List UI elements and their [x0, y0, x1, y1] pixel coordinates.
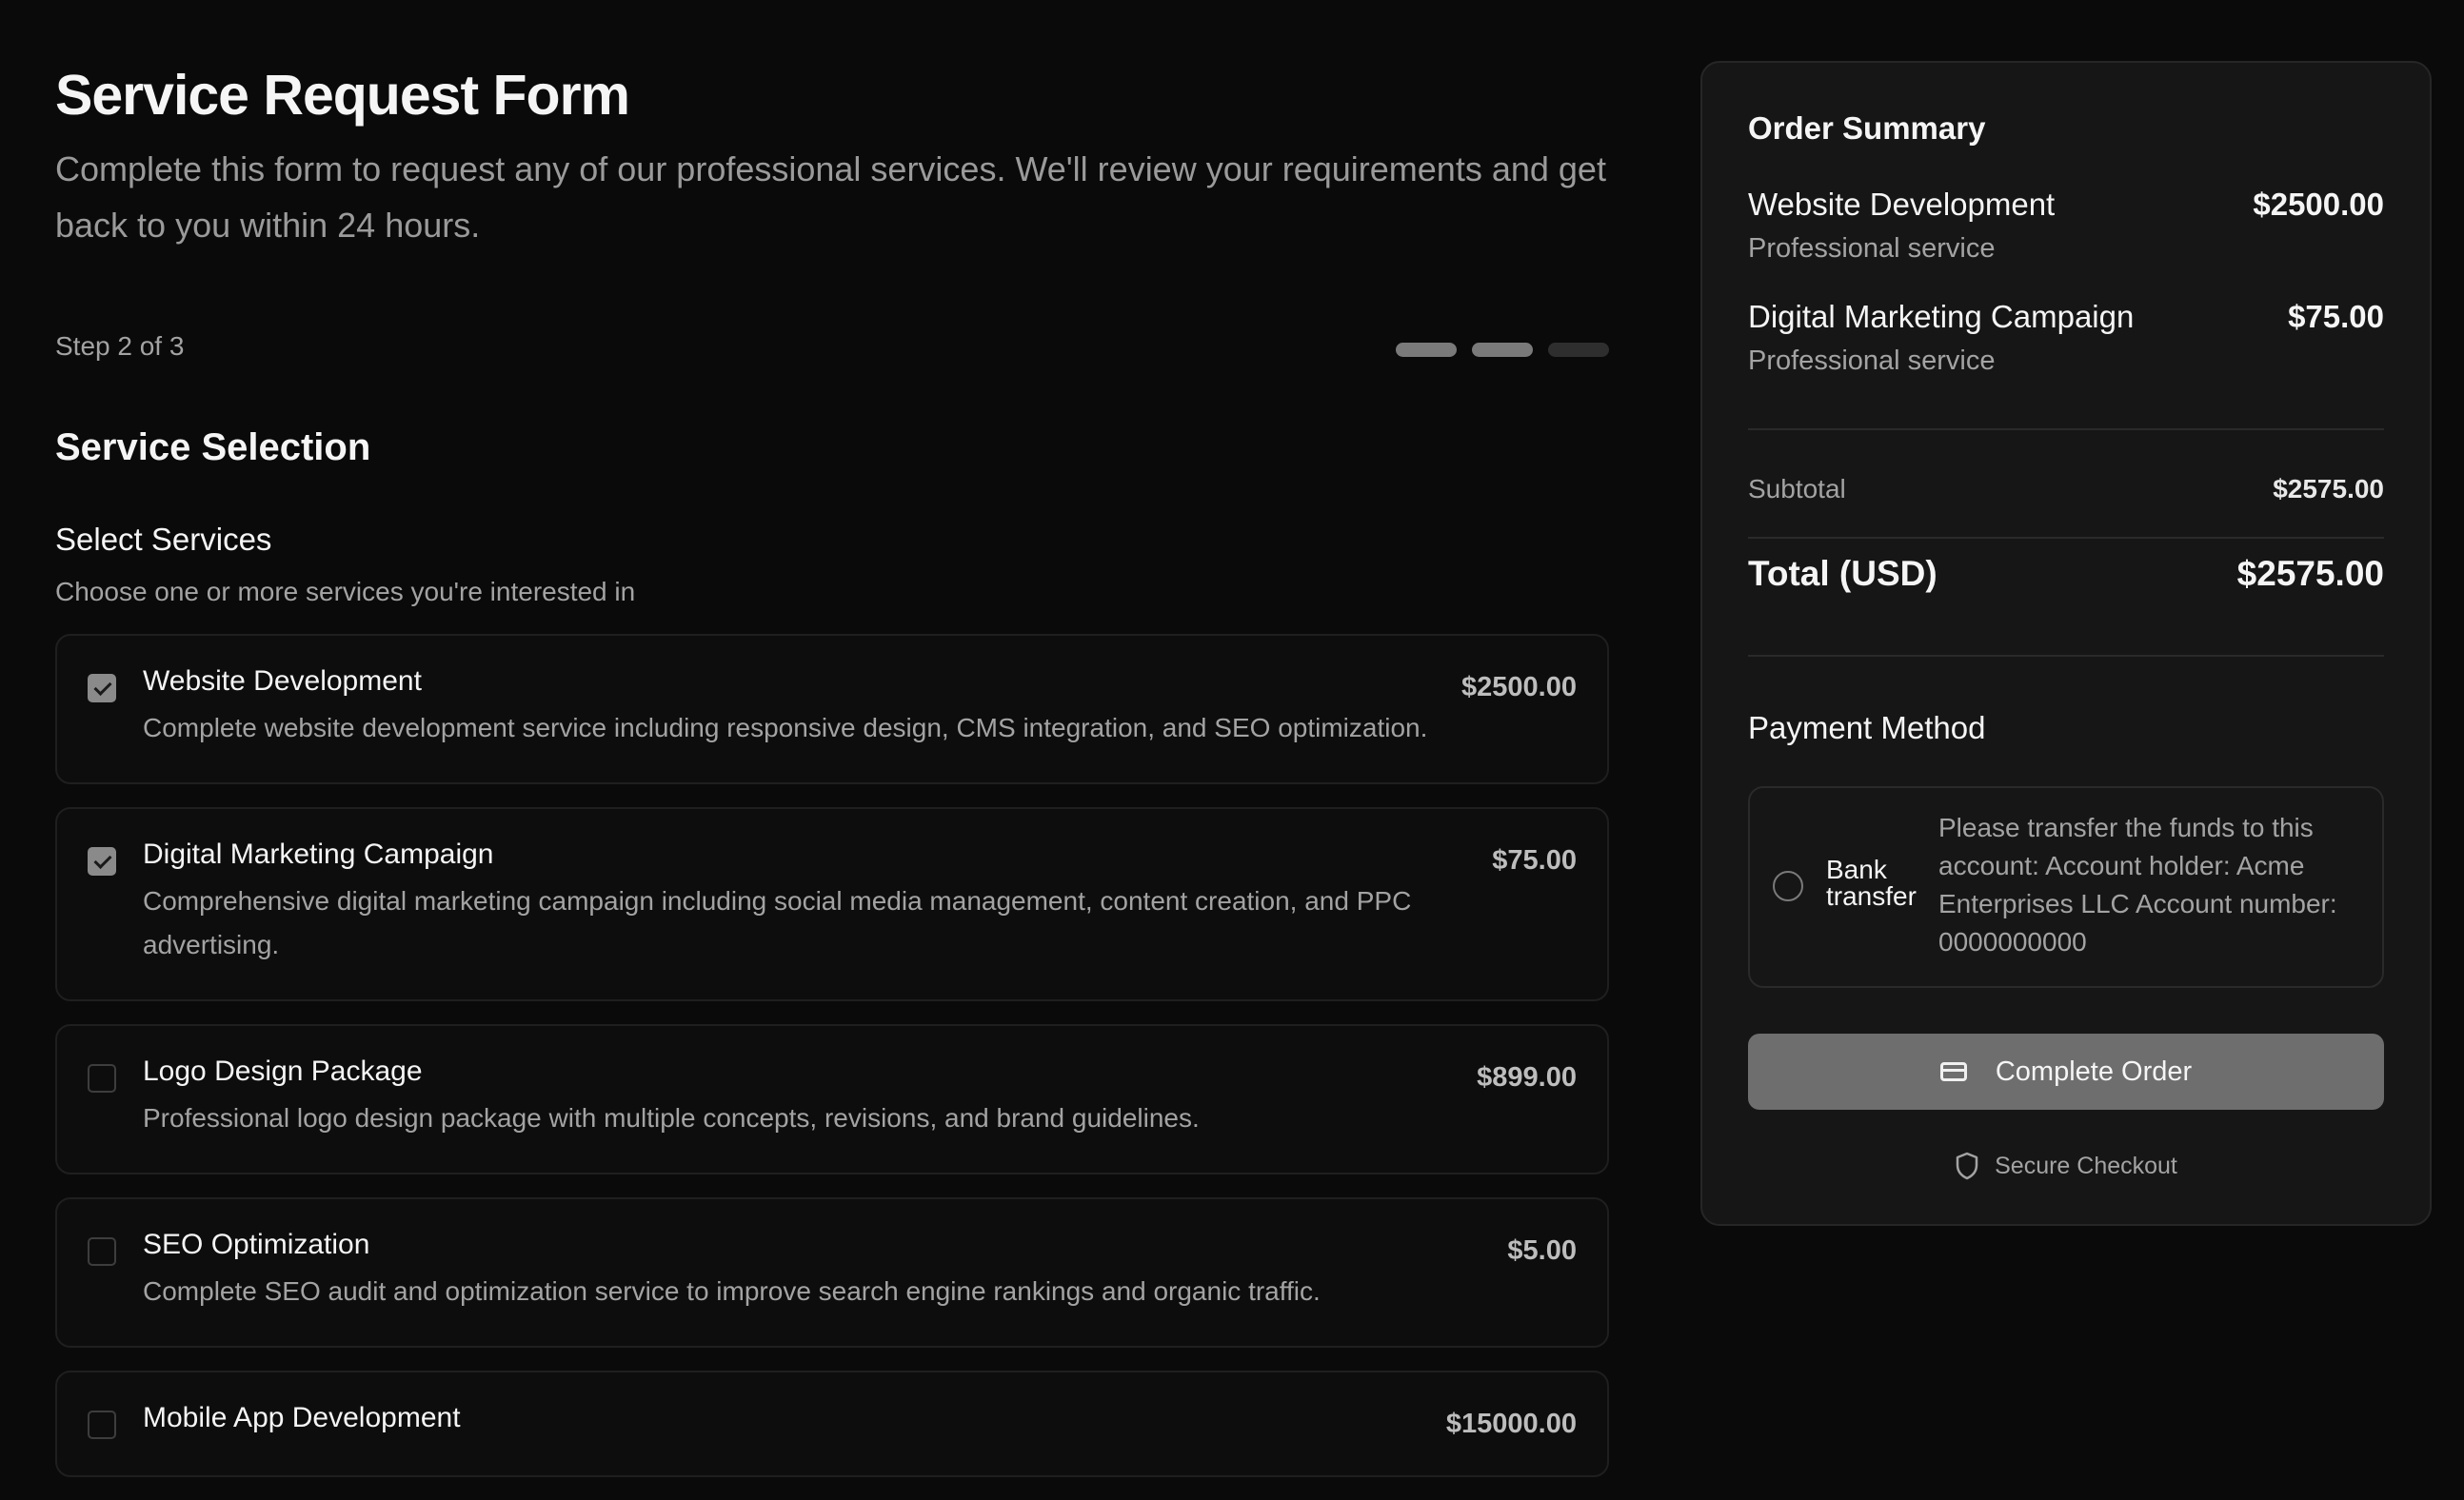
service-price: $75.00 — [1492, 845, 1577, 876]
divider — [1748, 537, 2384, 539]
divider — [1748, 428, 2384, 430]
request-form: Service Request Form Complete this form … — [55, 57, 1609, 1500]
service-name: Logo Design Package — [143, 1056, 423, 1087]
section-title: Service Selection — [55, 426, 371, 468]
service-name: Mobile App Development — [143, 1402, 461, 1433]
subtotal-value: $2575.00 — [2273, 474, 2384, 503]
step-bar-3 — [1548, 343, 1609, 357]
step-bar-1 — [1396, 343, 1457, 357]
service-price: $5.00 — [1507, 1235, 1577, 1266]
total-row: Total (USD) $2575.00 — [1748, 554, 2384, 621]
page-title: Service Request Form — [55, 64, 630, 127]
service-option-website-development[interactable]: Website Development Complete website dev… — [55, 634, 1609, 784]
service-price: $15000.00 — [1445, 1409, 1577, 1439]
summary-item: Digital Marketing Campaign Professional … — [1748, 295, 2384, 381]
order-summary-title: Order Summary — [1748, 110, 1986, 146]
service-checkbox-website-development[interactable] — [88, 674, 116, 702]
service-option-digital-marketing[interactable]: Digital Marketing Campaign Comprehensive… — [55, 807, 1609, 1001]
step-progress: Step 2 of 3 — [55, 331, 1609, 369]
service-checkbox-logo-design[interactable] — [88, 1064, 116, 1093]
payment-option-bank-transfer[interactable]: Bank transfer Please transfer the funds … — [1748, 786, 2384, 988]
service-price: $2500.00 — [1461, 672, 1577, 702]
service-list: Website Development Complete website dev… — [55, 634, 1609, 1477]
step-bar-2 — [1472, 343, 1533, 357]
secure-checkout-label: Secure Checkout — [1995, 1152, 2177, 1179]
service-price: $899.00 — [1477, 1062, 1577, 1093]
service-option-mobile-app[interactable]: Mobile App Development $15000.00 — [55, 1371, 1609, 1477]
credit-card-icon — [1939, 1062, 1967, 1081]
services-group-description: Choose one or more services you're inter… — [55, 577, 636, 606]
summary-item-price: $2500.00 — [2253, 187, 2384, 222]
total-label: Total (USD) — [1748, 554, 1937, 593]
divider — [1748, 655, 2384, 657]
service-checkbox-digital-marketing[interactable] — [88, 847, 116, 876]
summary-item-subtitle: Professional service — [1748, 345, 1996, 376]
summary-item-subtitle: Professional service — [1748, 233, 1996, 264]
service-description: Complete website development service inc… — [143, 713, 1428, 742]
step-indicator — [1396, 343, 1609, 357]
service-description: Comprehensive digital marketing campaign… — [143, 886, 1412, 959]
complete-order-label: Complete Order — [1995, 1056, 2193, 1087]
subtotal-row: Subtotal $2575.00 — [1748, 474, 2384, 516]
order-summary-panel: Order Summary Website Development Profes… — [1700, 61, 2432, 1226]
summary-item: Website Development Professional service… — [1748, 183, 2384, 268]
payment-radio-bank-transfer[interactable] — [1773, 871, 1803, 901]
subtotal-label: Subtotal — [1748, 474, 1846, 503]
service-checkbox-seo-optimization[interactable] — [88, 1237, 116, 1266]
service-name: Digital Marketing Campaign — [143, 839, 494, 870]
service-name: Website Development — [143, 665, 422, 697]
page-description: Complete this form to request any of our… — [55, 149, 1606, 245]
payment-option-detail: Please transfer the funds to this accoun… — [1938, 813, 2337, 957]
secure-checkout: Secure Checkout — [1748, 1152, 2384, 1180]
payment-option-label: Bank transfer — [1826, 855, 1917, 911]
services-group-title: Select Services — [55, 522, 272, 557]
service-name: SEO Optimization — [143, 1229, 370, 1260]
service-option-logo-design[interactable]: Logo Design Package Professional logo de… — [55, 1024, 1609, 1174]
service-checkbox-mobile-app[interactable] — [88, 1411, 116, 1439]
step-label: Step 2 of 3 — [55, 331, 185, 361]
payment-method-title: Payment Method — [1748, 710, 1986, 745]
service-description: Complete SEO audit and optimization serv… — [143, 1276, 1321, 1306]
shield-icon — [1956, 1152, 1978, 1180]
summary-item-price: $75.00 — [2288, 299, 2384, 334]
total-value: $2575.00 — [2236, 554, 2384, 593]
service-description: Professional logo design package with mu… — [143, 1103, 1200, 1133]
complete-order-button[interactable]: Complete Order — [1748, 1034, 2384, 1110]
service-option-seo-optimization[interactable]: SEO Optimization Complete SEO audit and … — [55, 1197, 1609, 1348]
